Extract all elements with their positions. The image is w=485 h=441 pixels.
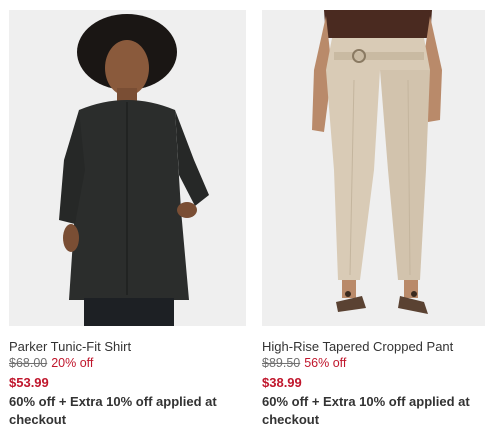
sale-price: $53.99: [9, 375, 49, 390]
product-card[interactable]: High-Rise Tapered Cropped Pant $89.50 56%…: [262, 10, 485, 429]
original-price: $68.00: [9, 356, 48, 370]
promo-text: 60% off + Extra 10% off applied at check…: [262, 394, 470, 427]
price-row: $68.00 20% off: [9, 355, 246, 372]
promo-text: 60% off + Extra 10% off applied at check…: [9, 394, 217, 427]
original-price: $89.50: [262, 356, 301, 370]
shirt-model-photo: [9, 10, 246, 326]
price-row: $89.50 56% off: [262, 355, 485, 372]
product-name[interactable]: Parker Tunic-Fit Shirt: [9, 338, 246, 355]
discount-percent: 20% off: [51, 356, 94, 370]
product-image[interactable]: [262, 10, 485, 326]
discount-percent: 56% off: [304, 356, 347, 370]
product-grid: Parker Tunic-Fit Shirt $68.00 20% off $53…: [0, 0, 485, 441]
product-card[interactable]: Parker Tunic-Fit Shirt $68.00 20% off $53…: [9, 10, 246, 429]
product-image[interactable]: [9, 10, 246, 326]
product-name[interactable]: High-Rise Tapered Cropped Pant: [262, 338, 485, 355]
pant-model-photo: [262, 10, 485, 326]
sale-price: $38.99: [262, 375, 302, 390]
